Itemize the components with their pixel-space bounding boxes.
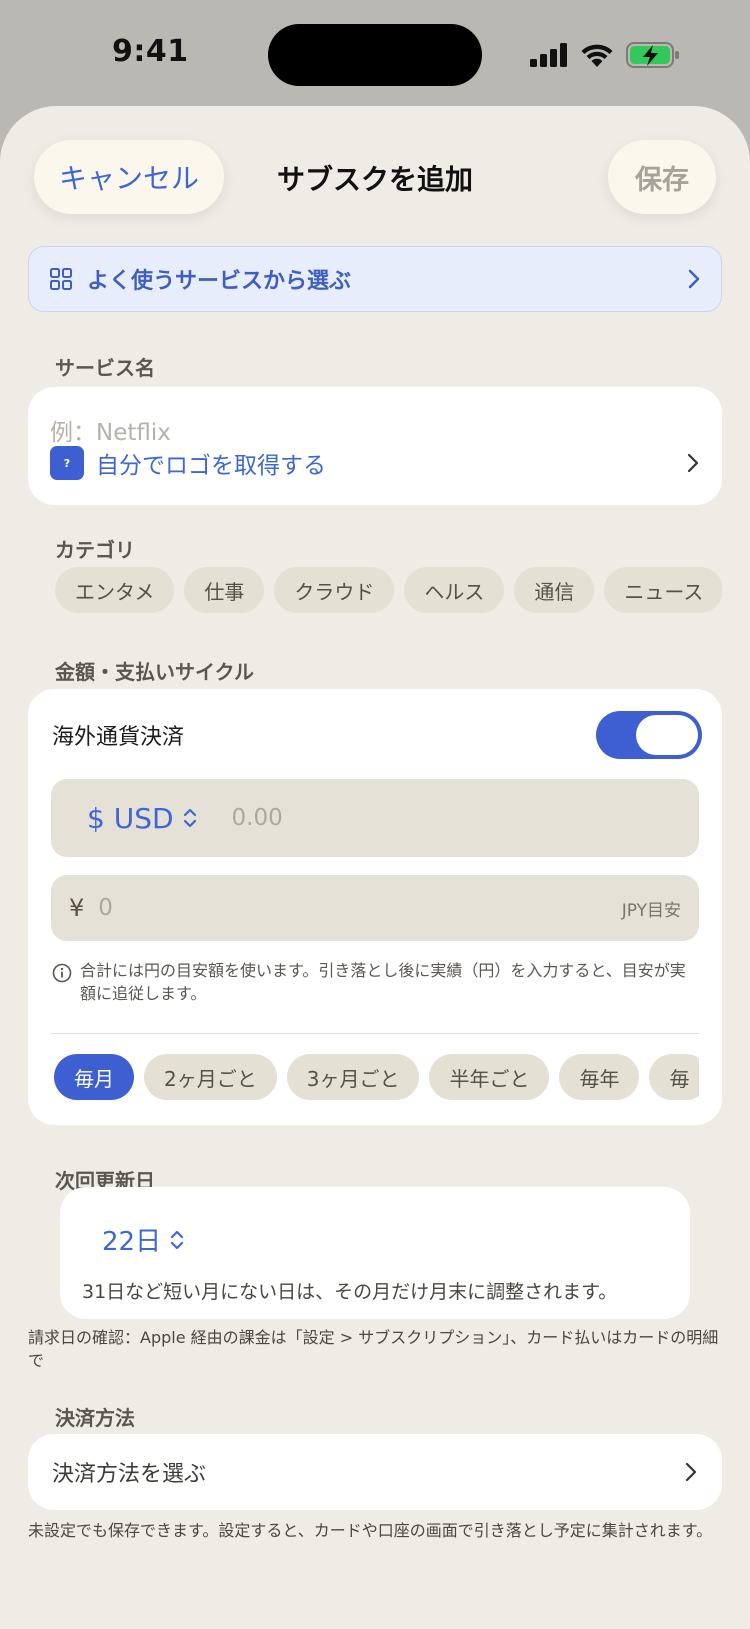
jpy-estimate-hint: JPY目安 — [621, 900, 681, 921]
status-time: 9:41 — [112, 34, 189, 69]
service-name-section-label: サービス名 — [55, 356, 155, 380]
up-down-chevron-icon — [170, 1230, 184, 1249]
category-section-label: カテゴリ — [55, 538, 135, 562]
category-chips: エンタメ 仕事 クラウド ヘルス 通信 ニュース — [55, 567, 722, 613]
popular-services-label: よく使うサービスから選ぶ — [87, 269, 352, 294]
renewal-day-value: 22日 — [102, 1227, 162, 1257]
info-note: 合計には円の目安額を使います。引き落とし後に実績（円）を入力すると、目安が実額に… — [52, 959, 700, 1005]
dynamic-island — [268, 24, 482, 86]
cycle-chip-more[interactable]: 毎 — [649, 1054, 699, 1100]
cycle-chip-half-year[interactable]: 半年ごと — [429, 1054, 550, 1100]
billing-date-footnote: 請求日の確認：Apple 経由の課金は「設定 > サブスクリプション」、カード払… — [28, 1328, 719, 1370]
category-chip-cloud[interactable]: クラウド — [274, 567, 395, 613]
status-bar: 9:41 — [0, 0, 750, 106]
cycle-chip-monthly[interactable]: 毎月 — [54, 1054, 134, 1100]
popular-services-button[interactable]: よく使うサービスから選ぶ — [28, 246, 722, 312]
category-chip-work[interactable]: 仕事 — [184, 567, 265, 613]
payment-card: 決済方法を選ぶ — [28, 1434, 722, 1510]
currency-picker[interactable]: $ USD — [87, 802, 198, 835]
chevron-right-icon — [685, 1462, 697, 1482]
renewal-day-picker[interactable]: 22日 — [102, 1221, 185, 1258]
next-renewal-card: 22日 31日など短い月にない日は、その月だけ月末に調整されます。 — [60, 1187, 690, 1319]
amount-card: 海外通貨決済 $ USD 0.00 ¥ 0 JPY目安 合計には円の目安額を使い… — [28, 689, 722, 1125]
service-name-card: 例：Netflix ? 自分でロゴを取得する — [28, 387, 722, 505]
wifi-icon — [581, 44, 613, 67]
category-chip-telecom[interactable]: 通信 — [514, 567, 595, 613]
payment-section-label: 決済方法 — [55, 1406, 135, 1430]
up-down-chevron-icon — [183, 808, 196, 828]
renewal-day-note: 31日など短い月にない日は、その月だけ月末に調整されます。 — [82, 1281, 618, 1303]
cycle-chip-2-months[interactable]: 2ヶ月ごと — [144, 1054, 277, 1100]
chevron-right-icon — [688, 269, 700, 289]
battery-charging-icon — [626, 42, 679, 68]
foreign-amount-input[interactable]: 0.00 — [232, 805, 283, 831]
payment-method-picker[interactable]: 決済方法を選ぶ — [52, 1434, 698, 1510]
foreign-currency-row: 海外通貨決済 — [52, 711, 702, 759]
jpy-amount-input[interactable]: 0 — [98, 895, 621, 921]
info-icon — [52, 963, 72, 983]
fetch-logo-label: 自分でロゴを取得する — [96, 453, 326, 479]
add-subscription-sheet: キャンセル サブスクを追加 保存 よく使うサービスから選ぶ サービス名 例：Ne… — [0, 106, 750, 1629]
logo-placeholder-icon: ? — [50, 446, 84, 480]
cycle-chip-3-months[interactable]: 3ヶ月ごと — [286, 1054, 420, 1100]
jpy-amount-field: ¥ 0 JPY目安 — [51, 875, 699, 941]
payment-method-label: 決済方法を選ぶ — [52, 1462, 207, 1487]
save-button[interactable]: 保存 — [608, 140, 716, 214]
foreign-currency-label: 海外通貨決済 — [52, 725, 185, 750]
yen-symbol: ¥ — [69, 894, 85, 922]
foreign-currency-toggle[interactable] — [596, 711, 702, 759]
category-chip-health[interactable]: ヘルス — [404, 567, 505, 613]
cellular-signal-icon — [530, 43, 567, 67]
foreign-amount-field: $ USD 0.00 — [51, 779, 699, 857]
info-text: 合計には円の目安額を使います。引き落とし後に実績（円）を入力すると、目安が実額に… — [80, 961, 686, 1003]
currency-label: $ USD — [87, 801, 174, 835]
toggle-knob — [636, 715, 698, 755]
payment-footnote: 未設定でも保存できます。設定すると、カードや口座の画面で引き落とし予定に集計され… — [28, 1521, 713, 1540]
service-name-input[interactable]: 例：Netflix — [50, 413, 171, 447]
cycle-chip-yearly[interactable]: 毎年 — [559, 1054, 640, 1100]
category-chip-news[interactable]: ニュース — [604, 567, 722, 613]
chevron-right-icon — [687, 453, 699, 473]
grid-icon — [50, 268, 72, 290]
status-icons — [530, 38, 680, 72]
amount-section-label: 金額・支払いサイクル — [55, 660, 254, 684]
billing-cycle-chips: 毎月 2ヶ月ごと 3ヶ月ごと 半年ごと 毎年 毎 — [54, 1054, 699, 1100]
category-chip-entertainment[interactable]: エンタメ — [55, 567, 175, 613]
divider — [51, 1033, 699, 1034]
nav-bar: キャンセル サブスクを追加 保存 — [0, 140, 750, 216]
fetch-logo-button[interactable]: ? 自分でロゴを取得する — [50, 445, 700, 481]
